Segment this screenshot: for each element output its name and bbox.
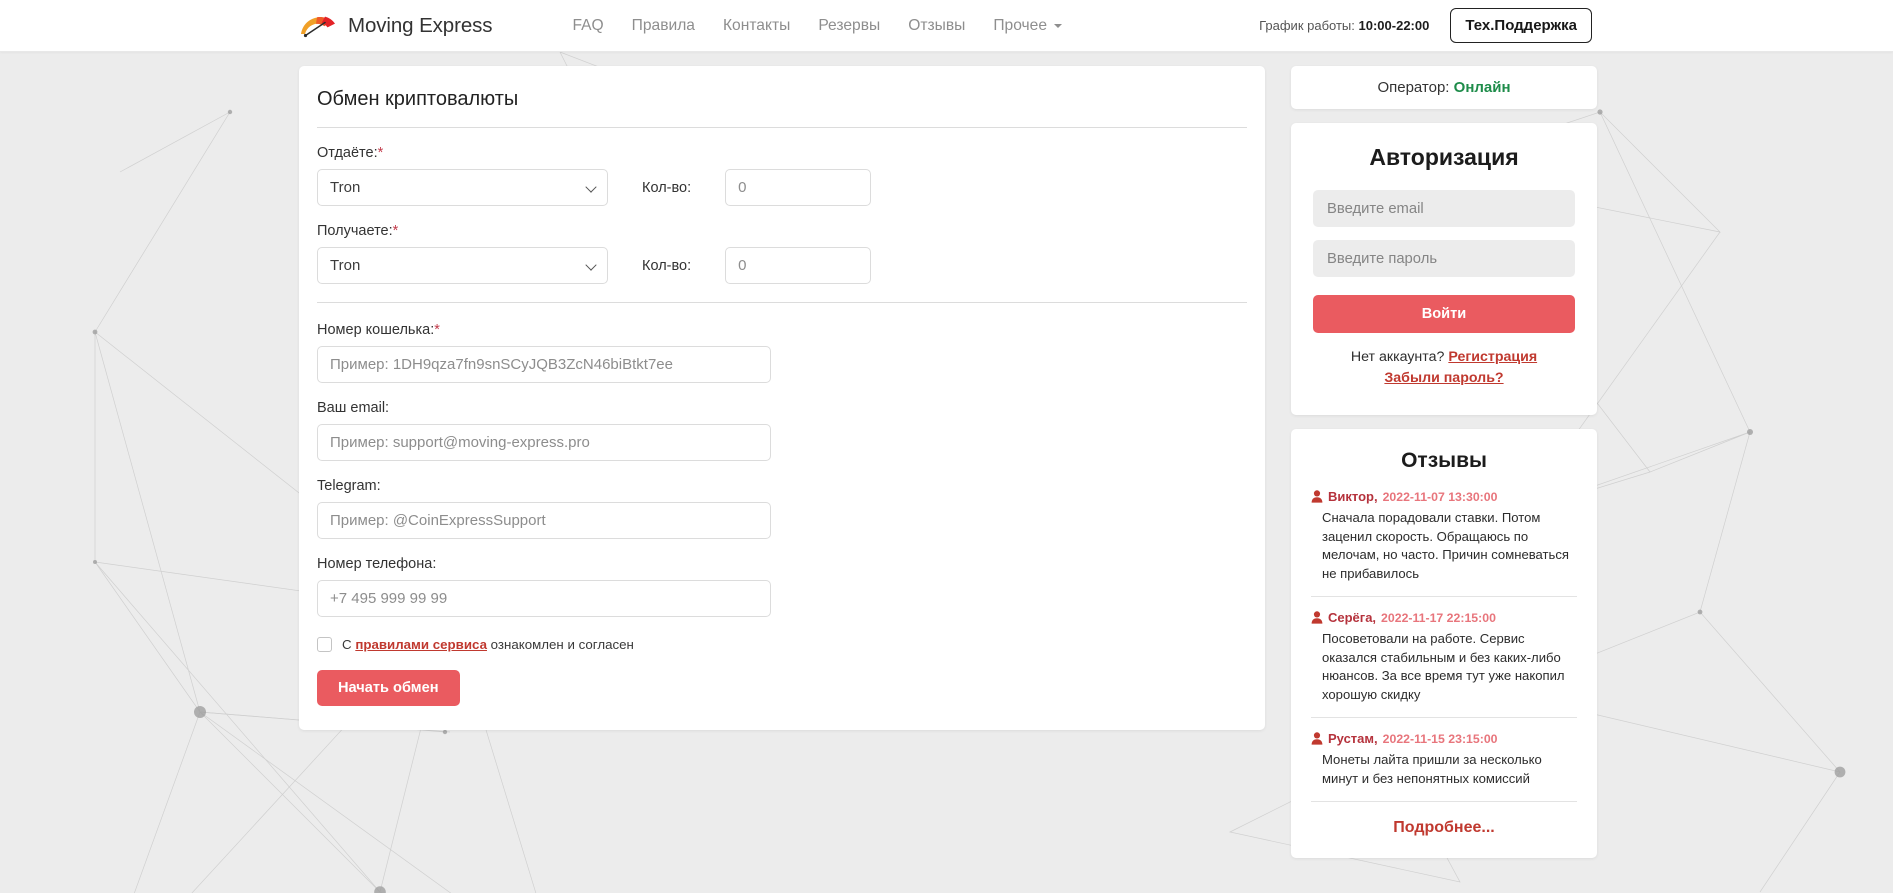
get-label: Получаете:* <box>317 223 1247 239</box>
site-header: Moving Express FAQ Правила Контакты Резе… <box>0 0 1893 52</box>
nav-item-contacts[interactable]: Контакты <box>709 16 804 36</box>
header-right-group: График работы: 10:00-22:00 Тех.Поддержка <box>1259 8 1592 43</box>
terms-checkbox[interactable] <box>317 637 332 652</box>
give-currency-select[interactable]: Tron <box>317 169 608 206</box>
review-date: 2022-11-17 22:15:00 <box>1381 610 1496 625</box>
review-date: 2022-11-15 23:15:00 <box>1382 731 1498 746</box>
list-item: Рустам, 2022-11-15 23:15:00 Монеты лайта… <box>1311 717 1577 801</box>
list-item: Серёга, 2022-11-17 22:15:00 Посоветовали… <box>1311 596 1577 717</box>
speedometer-icon <box>301 16 335 37</box>
review-author: Виктор, <box>1328 489 1378 504</box>
nav-item-other-label: Прочее <box>993 16 1047 34</box>
phone-field-group: Номер телефона: <box>317 556 1247 617</box>
start-exchange-button[interactable]: Начать обмен <box>317 670 460 706</box>
get-amount-input[interactable] <box>725 247 872 284</box>
review-text: Посоветовали на работе. Сервис оказался … <box>1322 631 1565 702</box>
auth-title: Авторизация <box>1369 144 1519 170</box>
telegram-label: Telegram: <box>317 478 381 494</box>
wallet-label: Номер кошелька:* <box>317 322 1247 338</box>
status-badge: Онлайн <box>1453 79 1511 96</box>
review-author: Рустам, <box>1328 731 1378 746</box>
review-text: Сначала порадовали ставки. Потом заценил… <box>1322 510 1569 581</box>
tech-support-button[interactable]: Тех.Поддержка <box>1450 8 1592 43</box>
required-asterisk: * <box>434 322 440 338</box>
get-currency-select[interactable]: Tron <box>317 247 608 284</box>
wallet-address-input[interactable] <box>317 346 771 383</box>
wallet-field-group: Номер кошелька:* <box>317 322 1247 383</box>
telegram-field-group: Telegram: <box>317 478 1247 539</box>
sidebar: Оператор: Онлайн Авторизация Войти Нет а… <box>1291 66 1597 858</box>
get-row: Tron Кол-во: <box>317 247 1247 284</box>
authorization-card: Авторизация Войти Нет аккаунта? Регистра… <box>1291 123 1597 415</box>
reviews-more-row: Подробнее... <box>1311 801 1577 837</box>
email-field-group: Ваш email: <box>317 400 1247 461</box>
reviews-more-link[interactable]: Подробнее... <box>1393 819 1494 836</box>
person-icon <box>1311 732 1323 745</box>
terms-link[interactable]: правилами сервиса <box>355 637 487 652</box>
give-row: Tron Кол-во: <box>317 169 1247 206</box>
required-asterisk: * <box>392 223 399 239</box>
give-amount-input[interactable] <box>725 169 872 206</box>
main-navigation: FAQ Правила Контакты Резервы Отзывы Проч… <box>558 16 1076 36</box>
give-qty-label: Кол-во: <box>642 179 692 196</box>
reviews-card: Отзывы Виктор, 2022-11-07 13:30:00 Снача… <box>1291 429 1597 858</box>
get-currency-select-wrap: Tron <box>317 247 608 284</box>
working-hours-value: 10:00-22:00 <box>1358 18 1430 33</box>
person-icon <box>1311 490 1323 503</box>
give-label: Отдаёте:* <box>317 145 1247 161</box>
page-content: Обмен криптовалюты Отдаёте:* Tron Кол-во… <box>0 52 1893 858</box>
terms-text: С правилами сервиса ознакомлен и согласе… <box>342 637 634 652</box>
list-item: Виктор, 2022-11-07 13:30:00 Сначала пора… <box>1311 489 1577 596</box>
nav-item-rules[interactable]: Правила <box>618 16 709 36</box>
review-author: Серёга, <box>1328 610 1377 625</box>
review-date: 2022-11-07 13:30:00 <box>1382 489 1498 504</box>
review-header: Серёга, 2022-11-17 22:15:00 <box>1311 610 1577 625</box>
form-divider <box>317 302 1247 303</box>
email-label: Ваш email: <box>317 400 390 416</box>
login-button[interactable]: Войти <box>1313 295 1575 333</box>
nav-item-faq[interactable]: FAQ <box>558 16 617 36</box>
get-qty-label: Кол-во: <box>642 257 692 274</box>
wallet-label-text: Номер кошелька: <box>317 322 435 338</box>
chevron-down-icon <box>1054 23 1062 28</box>
reviews-title: Отзывы <box>1401 449 1487 472</box>
brand-logo-link[interactable]: Moving Express <box>299 13 493 39</box>
review-header: Рустам, 2022-11-15 23:15:00 <box>1311 731 1577 746</box>
terms-prefix: С <box>342 637 356 652</box>
telegram-input[interactable] <box>317 502 771 539</box>
operator-status-card: Оператор: Онлайн <box>1291 66 1597 109</box>
register-link[interactable]: Регистрация <box>1448 349 1537 365</box>
give-currency-select-wrap: Tron <box>317 169 608 206</box>
terms-suffix: ознакомлен и согласен <box>486 637 634 652</box>
review-text: Монеты лайта пришли за несколько минут и… <box>1322 752 1542 786</box>
no-account-text: Нет аккаунта? <box>1350 349 1445 365</box>
phone-input[interactable] <box>317 580 771 617</box>
exchange-form-card: Обмен криптовалюты Отдаёте:* Tron Кол-во… <box>299 66 1265 730</box>
auth-email-input[interactable] <box>1313 190 1575 227</box>
review-header: Виктор, 2022-11-07 13:30:00 <box>1311 489 1577 504</box>
working-hours: График работы: 10:00-22:00 <box>1259 18 1429 33</box>
auth-password-input[interactable] <box>1313 240 1575 277</box>
page-title: Обмен криптовалюты <box>317 88 1247 128</box>
give-label-text: Отдаёте: <box>317 145 378 161</box>
phone-label: Номер телефона: <box>317 556 437 572</box>
forgot-password-link[interactable]: Забыли пароль? <box>1384 370 1503 386</box>
nav-item-reserves[interactable]: Резервы <box>804 16 894 36</box>
email-input[interactable] <box>317 424 771 461</box>
operator-label: Оператор: <box>1377 79 1450 96</box>
auth-help-links: Нет аккаунта? Регистрация Забыли пароль? <box>1313 347 1575 389</box>
brand-name: Moving Express <box>348 13 493 37</box>
person-icon <box>1311 611 1323 624</box>
get-label-text: Получаете: <box>317 223 393 239</box>
nav-item-reviews[interactable]: Отзывы <box>894 16 979 36</box>
terms-row: С правилами сервиса ознакомлен и согласе… <box>317 637 1247 652</box>
required-asterisk: * <box>377 145 384 161</box>
working-hours-label: График работы: <box>1259 18 1355 33</box>
nav-item-other[interactable]: Прочее <box>979 16 1076 36</box>
